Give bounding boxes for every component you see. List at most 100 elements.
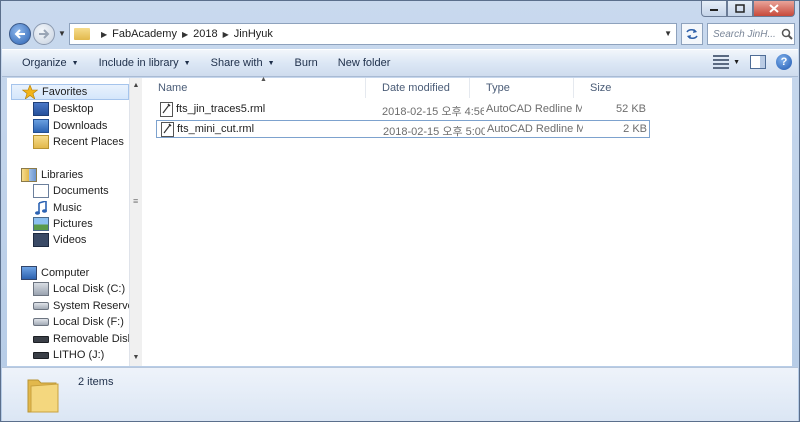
recent-places-icon (33, 135, 49, 149)
search-icon[interactable] (780, 27, 794, 41)
file-row[interactable]: fts_mini_cut.rml 2018-02-15 오후 5:00 Auto… (156, 120, 650, 138)
desktop-icon (33, 102, 49, 116)
nav-music-label: Music (53, 202, 82, 214)
file-type: AutoCAD Redline M... (487, 123, 583, 135)
chevron-right-icon[interactable]: ▶ (182, 30, 188, 39)
music-icon (35, 201, 47, 215)
column-header-name[interactable]: Name (142, 78, 366, 98)
address-row: ▼ ▶ FabAcademy ▶ 2018 ▶ JinHyuk ▼ Search… (7, 21, 795, 47)
change-view-button[interactable]: ▼ (713, 55, 740, 69)
preview-pane-button[interactable] (750, 55, 766, 69)
documents-icon (33, 184, 49, 198)
breadcrumb-jinhyuk[interactable]: JinHyuk (234, 28, 273, 40)
navigation-pane: Favorites Desktop Downloads Recent Place… (7, 78, 129, 366)
nav-downloads[interactable]: Downloads (33, 118, 107, 134)
file-size: 52 KB (616, 103, 646, 115)
chevron-down-icon: ▼ (71, 59, 79, 67)
videos-icon (33, 233, 49, 247)
refresh-button[interactable] (681, 23, 703, 45)
nav-downloads-label: Downloads (53, 120, 108, 132)
share-with-button[interactable]: Share with ▼ (211, 57, 275, 69)
scroll-down-icon[interactable]: ▼ (131, 354, 141, 361)
address-history-dropdown[interactable]: ▼ (664, 29, 672, 38)
nav-music[interactable]: Music (33, 200, 82, 216)
command-bar: Organize ▼ Include in library ▼ Share wi… (2, 49, 798, 77)
burn-button[interactable]: Burn (295, 57, 318, 69)
downloads-icon (33, 119, 49, 133)
file-list: ▲ Name Date modified Type Size fts_jin_t… (142, 76, 792, 366)
search-placeholder: Search JinH... (713, 28, 776, 40)
file-type: AutoCAD Redline M... (486, 103, 582, 115)
nav-system-reserved[interactable]: System Reserved ( (33, 298, 129, 314)
refresh-icon (686, 28, 698, 40)
file-row[interactable]: fts_jin_traces5.rml 2018-02-15 오후 4:56 A… (156, 101, 650, 119)
search-input[interactable]: Search JinH... (707, 23, 795, 45)
back-arrow-icon (14, 29, 25, 39)
libraries-icon (21, 168, 37, 182)
column-header-name-label: Name (158, 82, 188, 94)
nav-documents-label: Documents (53, 185, 109, 197)
folder-icon (74, 28, 90, 40)
nav-removable-disk[interactable]: Removable Disk (H (33, 331, 129, 347)
rml-file-icon (161, 122, 174, 137)
nav-favorites[interactable]: Favorites (11, 84, 129, 100)
forward-arrow-icon (39, 29, 50, 39)
column-header-date-modified[interactable]: Date modified (366, 78, 470, 98)
nav-favorites-label: Favorites (42, 86, 88, 98)
address-bar[interactable]: ▶ FabAcademy ▶ 2018 ▶ JinHyuk ▼ (69, 23, 677, 45)
scroll-up-icon[interactable]: ▲ (131, 82, 141, 89)
nav-local-disk-f[interactable]: Local Disk (F:) (33, 314, 124, 330)
navigation-scrollbar[interactable]: ▲ ≡ ▼ (129, 78, 142, 366)
forward-button[interactable] (33, 23, 55, 45)
nav-documents[interactable]: Documents (33, 183, 109, 199)
pictures-icon (33, 217, 49, 231)
file-name: fts_jin_traces5.rml (176, 103, 266, 115)
chevron-down-icon: ▼ (183, 59, 191, 67)
column-header-size[interactable]: Size (574, 78, 654, 98)
file-date: 2018-02-15 오후 5:00 (383, 126, 485, 138)
nav-litho-label: LITHO (J:) (53, 349, 105, 361)
star-icon (22, 85, 38, 99)
nav-desktop-label: Desktop (53, 103, 94, 115)
breadcrumb-fabacademy[interactable]: FabAcademy (112, 28, 177, 40)
nav-removable-disk-label: Removable Disk (H (53, 333, 129, 345)
rml-file-icon (160, 102, 173, 117)
details-view-icon (713, 55, 730, 69)
drive-icon (33, 318, 49, 326)
column-header-date-label: Date modified (382, 82, 450, 94)
new-folder-button[interactable]: New folder (338, 57, 391, 69)
burn-label: Burn (294, 57, 318, 69)
nav-computer[interactable]: Computer (21, 265, 89, 281)
share-with-label: Share with (210, 57, 263, 69)
chevron-right-icon[interactable]: ▶ (223, 30, 229, 39)
nav-local-disk-c[interactable]: Local Disk (C:) (33, 281, 125, 297)
nav-videos[interactable]: Videos (33, 232, 86, 248)
minimize-icon (710, 8, 718, 11)
details-pane: 2 items (2, 367, 798, 421)
column-header-type[interactable]: Type (470, 78, 574, 98)
file-name: fts_mini_cut.rml (177, 123, 255, 135)
chevron-down-icon: ▼ (267, 59, 275, 67)
nav-litho[interactable]: LITHO (J:) (33, 347, 104, 363)
column-header-size-label: Size (590, 82, 612, 94)
explorer-window: ▼ ▶ FabAcademy ▶ 2018 ▶ JinHyuk ▼ Search… (0, 0, 800, 422)
nav-desktop[interactable]: Desktop (33, 101, 93, 117)
organize-button[interactable]: Organize ▼ (22, 57, 79, 69)
nav-local-disk-c-label: Local Disk (C:) (53, 283, 126, 295)
column-header-type-label: Type (486, 82, 510, 94)
close-button[interactable] (753, 1, 795, 17)
minimize-button[interactable] (701, 1, 727, 17)
breadcrumb-2018[interactable]: 2018 (193, 28, 217, 40)
nav-libraries[interactable]: Libraries (21, 167, 83, 183)
maximize-button[interactable] (727, 1, 753, 17)
new-folder-label: New folder (337, 57, 391, 69)
back-button[interactable] (9, 23, 31, 45)
nav-recent-places[interactable]: Recent Places (33, 134, 124, 150)
scroll-grip-icon[interactable]: ≡ (133, 196, 138, 206)
include-in-library-button[interactable]: Include in library ▼ (99, 57, 191, 69)
recent-pages-dropdown[interactable]: ▼ (58, 29, 66, 38)
help-button[interactable]: ? (776, 54, 792, 70)
nav-pictures[interactable]: Pictures (33, 216, 93, 232)
nav-computer-label: Computer (41, 267, 90, 279)
chevron-right-icon[interactable]: ▶ (101, 30, 107, 39)
